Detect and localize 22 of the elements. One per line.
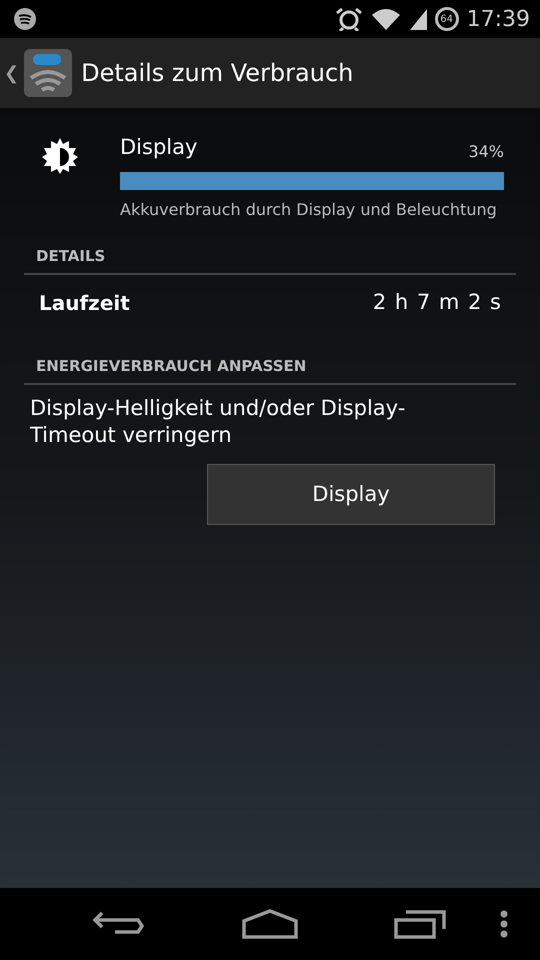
stat-value: 2 h 7 m 2 s [372, 289, 502, 316]
signal-icon [408, 7, 427, 31]
usage-name: Display [120, 134, 198, 161]
screen-title: Details zum Verbrauch [81, 58, 354, 89]
battery-icon: 64 [434, 7, 459, 31]
app-icon[interactable] [23, 48, 74, 98]
wifi-icon [370, 7, 401, 31]
alarm-icon [334, 7, 363, 31]
back-icon[interactable]: ❮ [4, 60, 20, 86]
section-header: ENERGIEVERBRAUCH ANPASSEN [24, 354, 516, 386]
more-options-icon[interactable] [500, 910, 508, 938]
recent-apps-icon[interactable] [394, 909, 446, 939]
home-icon[interactable] [242, 909, 298, 939]
clock: 17:39 [466, 6, 530, 34]
stat-label: Laufzeit [39, 290, 130, 317]
display-settings-button[interactable]: Display [207, 464, 495, 525]
action-description: Display-Helligkeit und/oder Display-Timeout verringern [29, 395, 406, 450]
brightness-icon [42, 138, 78, 174]
section-header: DETAILS [24, 244, 516, 276]
usage-description: Akkuverbrauch durch Display und Beleuchtung [120, 198, 498, 220]
usage-percent: 34% [468, 140, 504, 162]
music-app-icon [14, 8, 36, 30]
